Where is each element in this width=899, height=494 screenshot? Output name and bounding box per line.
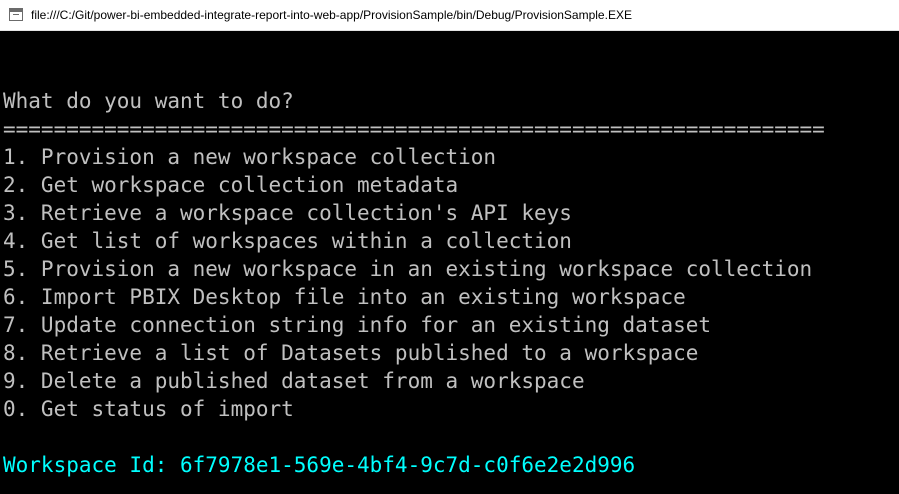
menu-option-3: 3. Retrieve a workspace collection's API… (3, 201, 572, 225)
console-output[interactable]: What do you want to do? ================… (0, 31, 899, 494)
workspace-id-output: Workspace Id: 6f7978e1-569e-4bf4-9c7d-c0… (3, 453, 636, 477)
menu-option-2: 2. Get workspace collection metadata (3, 173, 459, 197)
title-bar[interactable]: file:///C:/Git/power-bi-embedded-integra… (0, 0, 899, 31)
window-title: file:///C:/Git/power-bi-embedded-integra… (31, 8, 632, 22)
menu-option-6: 6. Import PBIX Desktop file into an exis… (3, 285, 686, 309)
menu-option-5: 5. Provision a new workspace in an exist… (3, 257, 813, 281)
separator-line: ========================================… (3, 117, 825, 141)
menu-option-8: 8. Retrieve a list of Datasets published… (3, 341, 699, 365)
icon-cursor (13, 14, 19, 15)
menu-option-7: 7. Update connection string info for an … (3, 313, 712, 337)
menu-option-0: 0. Get status of import (3, 397, 294, 421)
console-app-icon[interactable] (9, 8, 23, 21)
menu-option-9: 9. Delete a published dataset from a wor… (3, 369, 585, 393)
menu-option-1: 1. Provision a new workspace collection (3, 145, 497, 169)
icon-bar (10, 9, 22, 12)
prompt-text: What do you want to do? (3, 89, 294, 113)
console-window: file:///C:/Git/power-bi-embedded-integra… (0, 0, 899, 494)
menu-option-4: 4. Get list of workspaces within a colle… (3, 229, 572, 253)
